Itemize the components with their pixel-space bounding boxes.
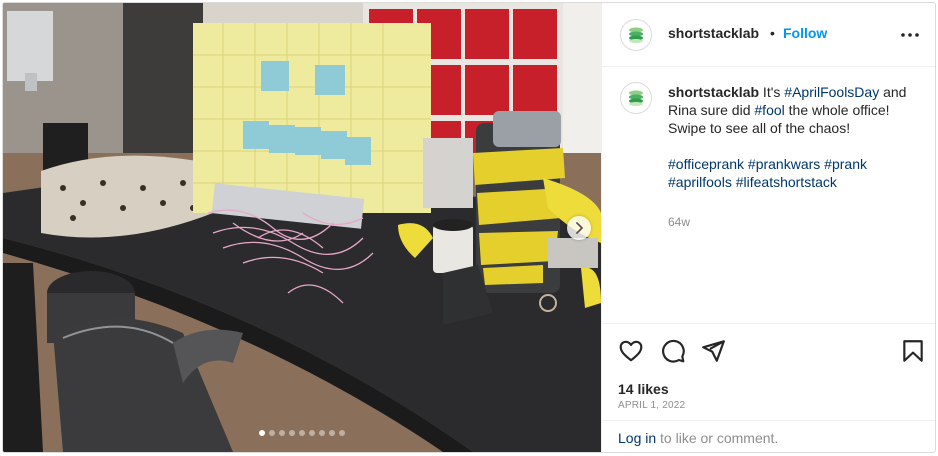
carousel-dot — [259, 430, 265, 436]
hashtag-link[interactable]: #officeprank — [668, 156, 744, 172]
heart-icon[interactable] — [618, 338, 644, 364]
hashtag-link[interactable]: #fool — [754, 102, 784, 118]
carousel-indicator — [3, 430, 601, 438]
avatar[interactable] — [620, 19, 652, 51]
post-date: APRIL 1, 2022 — [618, 400, 686, 411]
stacked-pancakes-logo-icon — [629, 90, 643, 106]
header-username[interactable]: shortstacklab — [668, 25, 759, 41]
hashtag-link[interactable]: #lifeatshortstack — [736, 174, 837, 190]
hashtag-link[interactable]: #prank — [824, 156, 867, 172]
more-horizontal-icon[interactable] — [898, 25, 922, 45]
header-separator: • — [770, 25, 775, 41]
carousel-dot — [279, 430, 285, 436]
hashtag-link[interactable]: #aprilfools — [668, 174, 732, 190]
hashtag-link[interactable]: #AprilFoolsDay — [784, 84, 879, 100]
carousel-dot — [329, 430, 335, 436]
login-link[interactable]: Log in — [618, 430, 656, 446]
carousel-dot — [339, 430, 345, 436]
caption-username[interactable]: shortstacklab — [668, 84, 759, 100]
follow-button[interactable]: Follow — [783, 25, 827, 41]
carousel-dot — [319, 430, 325, 436]
caption-text: It's — [759, 84, 785, 100]
carousel-dot — [299, 430, 305, 436]
post-header: shortstacklab • Follow — [602, 3, 935, 67]
comment-bubble-icon[interactable] — [660, 338, 686, 364]
stacked-pancakes-logo-icon — [629, 27, 643, 43]
carousel-dot — [289, 430, 295, 436]
post-caption: shortstacklab It's #AprilFoolsDay and Ri… — [668, 83, 918, 191]
caption-avatar[interactable] — [620, 82, 652, 114]
paper-plane-icon[interactable] — [700, 338, 726, 364]
hashtag-link[interactable]: #prankwars — [748, 156, 820, 172]
office-prank-photo — [3, 3, 601, 452]
likes-count[interactable]: 14 likes — [618, 381, 669, 397]
bookmark-icon[interactable] — [900, 338, 926, 364]
post-photo[interactable] — [3, 3, 601, 452]
login-prompt-text: to like or comment. — [656, 430, 779, 446]
carousel-dot — [309, 430, 315, 436]
login-prompt: Log in to like or comment. — [602, 420, 935, 452]
chevron-right-icon — [576, 222, 583, 234]
post-actions: 14 likes APRIL 1, 2022 Log in to like or… — [602, 323, 935, 452]
next-slide-button[interactable] — [567, 216, 591, 240]
post-side-panel: shortstacklab • Follow shortstacklab It'… — [601, 3, 935, 452]
carousel-dot — [269, 430, 275, 436]
post-age[interactable]: 64w — [668, 215, 690, 229]
instagram-post-embed: shortstacklab • Follow shortstacklab It'… — [2, 2, 936, 453]
